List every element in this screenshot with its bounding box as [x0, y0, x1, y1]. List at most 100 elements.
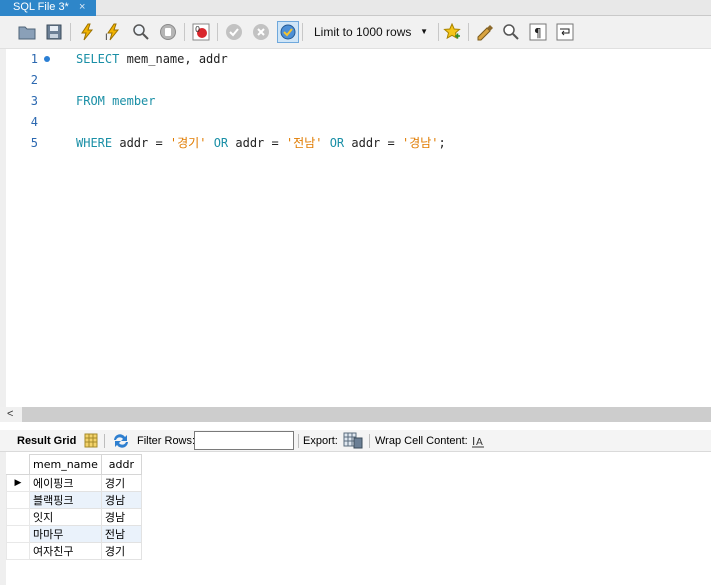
save-icon[interactable] — [43, 21, 65, 43]
find-icon[interactable] — [500, 21, 522, 43]
export-label: Export: — [303, 435, 338, 447]
sql-string: '경남' — [401, 136, 439, 150]
current-statement-marker — [44, 56, 50, 62]
result-grid[interactable]: mem_name addr ▶ 에이핑크 경기 블랙핑크 경남 잇지 경남 마마… — [0, 452, 711, 585]
stop-icon[interactable] — [157, 21, 179, 43]
table-cell[interactable]: 여자친구 — [29, 542, 102, 560]
table-row[interactable]: 블랙핑크 경남 — [6, 491, 142, 509]
sql-keyword: OR — [213, 136, 229, 150]
svg-text:I: I — [105, 33, 108, 41]
table-cell[interactable]: 잇지 — [29, 508, 102, 526]
toolbar-separator — [468, 23, 469, 41]
sql-string: '경기' — [169, 136, 207, 150]
toolbar-separator — [70, 23, 71, 41]
tab-close-icon[interactable]: × — [79, 0, 85, 15]
table-header-row: mem_name addr — [6, 454, 142, 475]
row-indicator — [6, 508, 30, 526]
line-number: 3 — [30, 94, 38, 108]
tab-sql-file[interactable]: SQL File 3* × — [0, 0, 96, 16]
code-text: FROM member — [76, 91, 156, 111]
sql-text: addr = — [112, 136, 170, 150]
sql-keyword: WHERE — [76, 136, 113, 150]
line-number: 2 — [30, 73, 38, 87]
execute-icon[interactable] — [76, 21, 98, 43]
table-cell[interactable]: 경남 — [100, 508, 142, 526]
row-indicator — [6, 491, 30, 509]
sql-editor[interactable]: 1 SELECT mem_name, addr 2 3 FROM member … — [0, 49, 711, 407]
invisible-chars-icon[interactable]: ¶ — [527, 21, 549, 43]
word-wrap-icon[interactable] — [554, 21, 576, 43]
toolbar-separator — [302, 23, 303, 41]
toolbar-separator — [369, 434, 370, 448]
tab-title: SQL File 3* — [13, 1, 69, 13]
table-row[interactable]: 잇지 경남 — [6, 508, 142, 526]
table-cell[interactable]: 전남 — [100, 525, 142, 543]
current-row-marker-icon: ▶ — [6, 474, 30, 492]
table-cell[interactable]: 경기 — [100, 474, 142, 492]
code-line[interactable]: 4 — [0, 112, 711, 132]
panel-gap — [0, 422, 711, 430]
toolbar-separator — [217, 23, 218, 41]
filter-rows-input[interactable] — [194, 431, 294, 450]
table-row[interactable]: 마마무 전남 — [6, 525, 142, 543]
scroll-left-icon[interactable]: < — [7, 407, 13, 422]
column-header-addr[interactable]: addr — [100, 454, 142, 475]
svg-text:0: 0 — [195, 25, 200, 34]
rollback-icon[interactable] — [250, 21, 272, 43]
sql-keyword: OR — [329, 136, 345, 150]
code-line[interactable]: 3 FROM member — [0, 91, 711, 111]
limit-rows-select[interactable]: Limit to 1000 rows ▼ — [306, 22, 436, 42]
editor-horizontal-scrollbar[interactable]: < — [0, 407, 711, 422]
result-grid-tab[interactable]: Result Grid — [17, 430, 76, 452]
sql-string: '전남' — [285, 136, 323, 150]
code-line[interactable]: 2 — [0, 70, 711, 90]
code-line[interactable]: 5 WHERE addr = '경기' OR addr = '전남' OR ad… — [0, 133, 711, 153]
line-number: 5 — [30, 136, 38, 150]
sql-keyword: FROM — [76, 94, 105, 108]
table-cell[interactable]: 경남 — [100, 491, 142, 509]
table-cell[interactable]: 마마무 — [29, 525, 102, 543]
toolbar-separator — [298, 434, 299, 448]
row-indicator-header — [6, 454, 30, 475]
sql-text: addr = — [228, 136, 286, 150]
table-cell[interactable]: 경기 — [100, 542, 142, 560]
toolbar-separator — [438, 23, 439, 41]
beautify-icon[interactable] — [474, 21, 496, 43]
table-row[interactable]: 여자친구 경기 — [6, 542, 142, 560]
toolbar-separator — [104, 434, 105, 448]
tab-strip: SQL File 3* × — [0, 0, 711, 16]
row-indicator — [6, 525, 30, 543]
table-cell[interactable]: 에이핑크 — [29, 474, 102, 492]
wrap-cell-content-label: Wrap Cell Content: — [375, 435, 468, 447]
table-row[interactable]: ▶ 에이핑크 경기 — [6, 474, 142, 492]
explain-icon[interactable] — [130, 21, 152, 43]
code-text: WHERE addr = '경기' OR addr = '전남' OR addr… — [76, 133, 446, 153]
code-text: SELECT mem_name, addr — [76, 49, 228, 69]
svg-text:A: A — [476, 437, 483, 448]
line-number: 1 — [30, 52, 38, 66]
chevron-down-icon: ▼ — [420, 27, 428, 36]
sql-keyword: member — [112, 94, 156, 108]
line-number: 4 — [30, 115, 38, 129]
commit-icon[interactable] — [223, 21, 245, 43]
sql-text: ; — [438, 136, 446, 150]
limit-rows-label: Limit to 1000 rows — [314, 25, 412, 39]
table-cell[interactable]: 블랙핑크 — [29, 491, 102, 509]
execute-current-icon[interactable]: I — [103, 21, 125, 43]
result-table: mem_name addr ▶ 에이핑크 경기 블랙핑크 경남 잇지 경남 마마… — [6, 454, 142, 560]
toolbar-separator — [184, 23, 185, 41]
autocommit-icon[interactable] — [277, 21, 299, 43]
filter-rows-label: Filter Rows: — [137, 435, 196, 447]
toggle-error-icon[interactable]: 0 — [190, 21, 212, 43]
add-snippet-icon[interactable] — [441, 21, 463, 43]
result-toolbar: Result Grid Filter Rows: Export: Wrap Ce… — [0, 430, 711, 452]
svg-text:I: I — [472, 435, 475, 448]
sql-keyword: SELECT — [76, 52, 120, 66]
sql-text: mem_name, addr — [119, 52, 228, 66]
code-line[interactable]: 1 SELECT mem_name, addr — [0, 49, 711, 69]
column-header-mem-name[interactable]: mem_name — [29, 454, 102, 475]
scrollbar-track[interactable] — [22, 407, 711, 422]
open-file-icon[interactable] — [16, 21, 38, 43]
